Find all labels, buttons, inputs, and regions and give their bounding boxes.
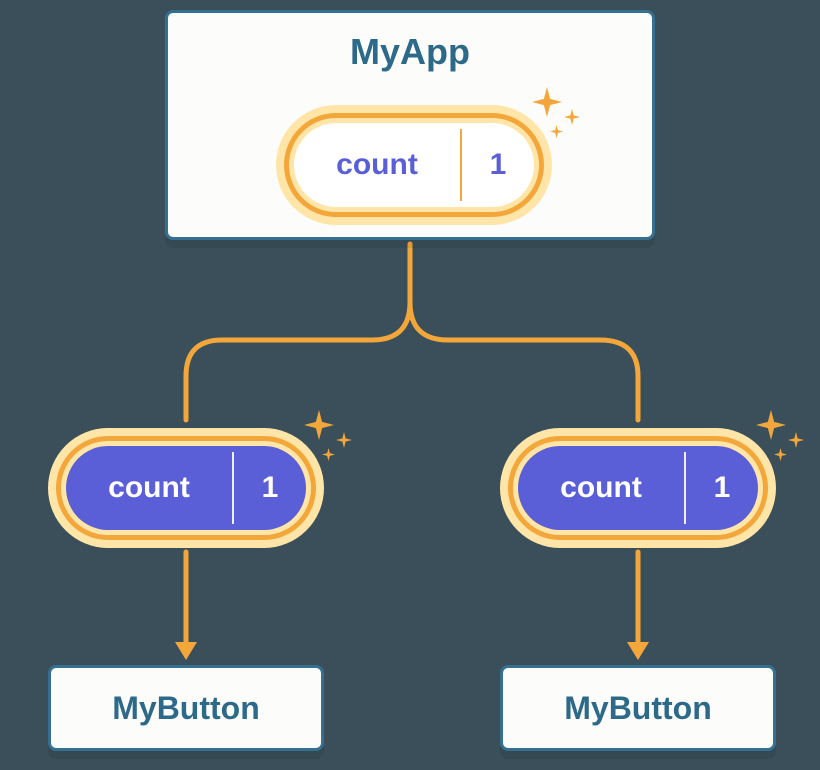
- child-component-title: MyButton: [564, 690, 712, 727]
- sparkle-icon: [294, 410, 354, 470]
- prop-label: count: [518, 446, 684, 530]
- sparkle-icon: [522, 87, 582, 147]
- child-component-box-right: MyButton: [500, 665, 776, 751]
- prop-pill-left: count 1: [48, 428, 324, 548]
- root-component-box: MyApp count 1: [165, 10, 655, 240]
- pill-body: count 1: [294, 123, 534, 207]
- pill-divider: [232, 452, 234, 524]
- diagram-stage: MyApp count 1 count 1: [0, 0, 820, 770]
- root-component-title: MyApp: [168, 31, 652, 73]
- prop-label: count: [66, 446, 232, 530]
- child-component-box-left: MyButton: [48, 665, 324, 751]
- state-pill-root: count 1: [276, 105, 552, 225]
- child-component-title: MyButton: [112, 690, 260, 727]
- state-label: count: [294, 123, 460, 207]
- sparkle-icon: [746, 410, 806, 470]
- pill-divider: [684, 452, 686, 524]
- pill-body: count 1: [66, 446, 306, 530]
- prop-pill-right: count 1: [500, 428, 776, 548]
- pill-body: count 1: [518, 446, 758, 530]
